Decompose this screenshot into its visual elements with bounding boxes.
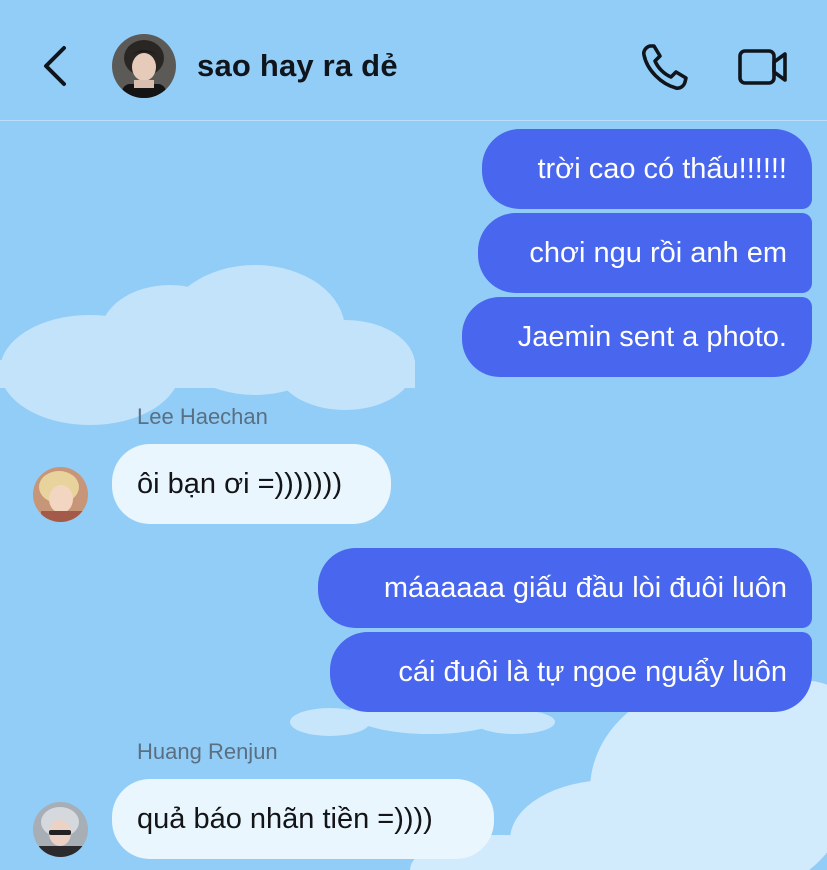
phone-icon <box>642 44 688 90</box>
incoming-message[interactable]: quả báo nhãn tiền =)))) <box>112 779 494 859</box>
group-avatar[interactable] <box>112 34 176 98</box>
chat-header: sao hay ra dẻ <box>0 0 827 121</box>
chat-screen: sao hay ra dẻ trời cao có thấu!!!!!! chơ… <box>0 0 827 870</box>
sender-avatar[interactable] <box>33 802 88 857</box>
back-button[interactable] <box>38 42 74 90</box>
outgoing-message[interactable]: cái đuôi là tự ngoe nguẩy luôn <box>330 632 812 712</box>
video-call-button[interactable] <box>734 42 792 92</box>
chat-title: sao hay ra dẻ <box>197 48 398 83</box>
renjun-avatar-image <box>33 802 88 857</box>
outgoing-message[interactable]: máaaaaa giấu đầu lòi đuôi luôn <box>318 548 812 628</box>
chevron-left-icon <box>44 46 66 86</box>
message-text: máaaaaa giấu đầu lòi đuôi luôn <box>383 571 787 604</box>
message-text: ôi bạn ơi =))))))) <box>137 467 343 500</box>
sender-avatar[interactable] <box>33 467 88 522</box>
video-camera-icon <box>738 49 787 85</box>
message-text: cái đuôi là tự ngoe nguẩy luôn <box>398 655 787 688</box>
haechan-avatar-image <box>33 467 88 522</box>
voice-call-button[interactable] <box>636 38 694 96</box>
outgoing-message[interactable]: chơi ngu rồi anh em <box>478 213 812 293</box>
sender-name: Huang Renjun <box>137 739 278 764</box>
outgoing-message[interactable]: trời cao có thấu!!!!!! <box>482 129 812 209</box>
group-avatar-image <box>112 34 176 98</box>
message-text: quả báo nhãn tiền =)))) <box>137 802 433 835</box>
sender-name: Lee Haechan <box>137 404 268 429</box>
message-text: Jaemin sent a photo. <box>517 320 787 353</box>
outgoing-photo-message[interactable]: Jaemin sent a photo. <box>462 297 812 377</box>
message-text: chơi ngu rồi anh em <box>529 236 787 269</box>
message-text: trời cao có thấu!!!!!! <box>537 152 787 185</box>
incoming-message[interactable]: ôi bạn ơi =))))))) <box>112 444 391 524</box>
